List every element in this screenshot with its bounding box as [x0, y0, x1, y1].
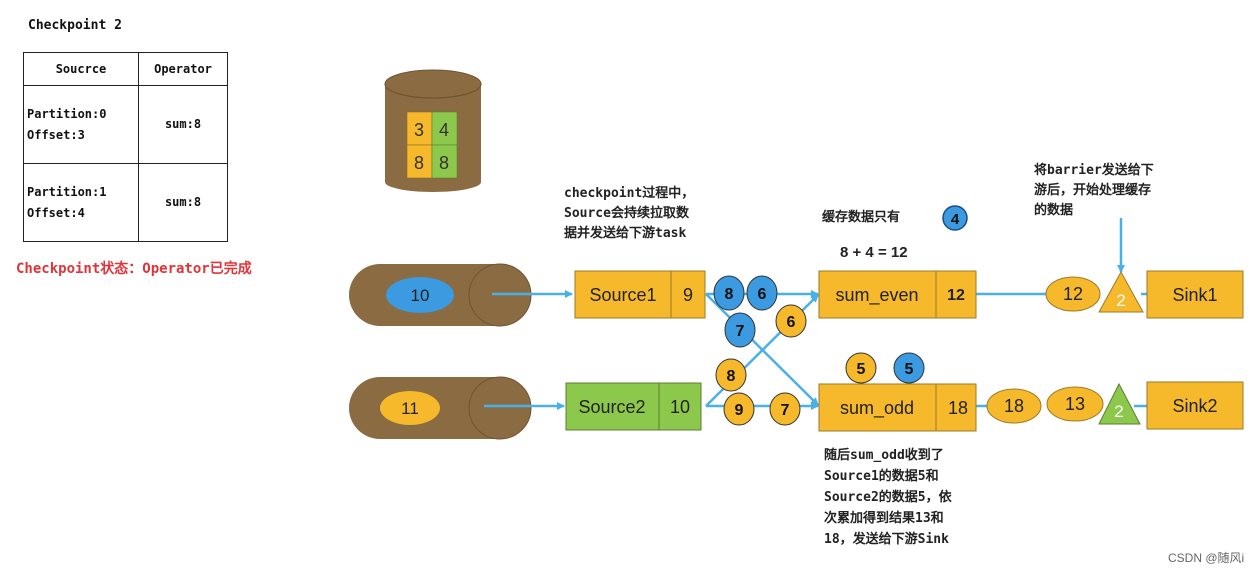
note-line: Source会持续拉取数 [564, 206, 689, 221]
note-line: Source1的数据5和 [824, 469, 939, 484]
note-line: 将barrier发送给下 [1034, 163, 1154, 178]
note-line: 次累加得到结果13和 [824, 511, 944, 526]
output-record: 12 [1063, 284, 1083, 304]
source-note: checkpoint过程中， Source会持续拉取数 据并发送给下游task [564, 184, 694, 244]
record-label: 7 [781, 402, 790, 419]
note-line: 随后sum_odd收到了 [824, 448, 944, 463]
operator-state: 12 [947, 287, 965, 304]
dataflow-diagram: 3 4 8 8 10 11 Source1 9 Source2 10 8 6 7… [349, 69, 1244, 440]
sink-name: Sink1 [1172, 285, 1217, 305]
note-line: 游后，开始处理缓存 [1034, 183, 1152, 198]
source-offset: 10 [670, 397, 690, 417]
barrier-id: 2 [1114, 402, 1123, 421]
sum-odd-note: 随后sum_odd收到了 Source1的数据5和 Source2的数据5，依 … [824, 445, 952, 550]
buffer-note: 缓存数据只有 [822, 210, 901, 225]
sink2-task[interactable]: Sink2 [1146, 381, 1244, 430]
state-cell-value: 3 [414, 120, 424, 140]
source-offset: 9 [683, 285, 693, 305]
buffered-value: 4 [951, 211, 960, 228]
partition-pipe-1: 11 [349, 376, 532, 440]
output-record: 13 [1065, 394, 1085, 414]
note-line: checkpoint过程中， [564, 186, 695, 201]
operator-name: sum_odd [840, 398, 914, 419]
note-line: 的数据 [1034, 203, 1074, 218]
note-line: 据并发送给下游task [564, 226, 687, 241]
sink-name: Sink2 [1172, 396, 1217, 416]
partition-record-label: 10 [411, 286, 430, 305]
state-cell-value: 4 [439, 120, 449, 140]
buffer-equation: 8 + 4 = 12 [840, 244, 908, 261]
source-name: Source2 [578, 397, 645, 417]
record-label: 6 [787, 314, 796, 331]
state-cell-value: 8 [439, 153, 449, 173]
note-line: 18，发送给下游Sink [824, 532, 949, 547]
output-2: 18 13 2 [986, 382, 1141, 425]
note-line: Source2的数据5，依 [824, 490, 952, 505]
record-label: 5 [857, 361, 866, 378]
record-label: 9 [735, 402, 744, 419]
record-label: 8 [725, 286, 734, 303]
operator-name: sum_even [835, 285, 918, 306]
record-label: 7 [736, 323, 745, 340]
source-name: Source1 [589, 285, 656, 305]
state-cell-value: 8 [414, 153, 424, 173]
sink1-task[interactable]: Sink1 [1146, 270, 1244, 319]
sum-even-operator[interactable]: sum_even 12 [818, 270, 977, 319]
buffered-records: 5 5 [845, 352, 925, 384]
source1-task[interactable]: Source1 9 [574, 270, 706, 319]
source2-task[interactable]: Source2 10 [565, 382, 702, 431]
record-label: 6 [758, 286, 767, 303]
record-label: 5 [905, 361, 914, 378]
partition-record-label: 11 [401, 399, 419, 418]
watermark: CSDN @随风i [1168, 551, 1245, 565]
barrier-id: 2 [1116, 291, 1125, 310]
operator-state: 18 [948, 398, 968, 418]
output-1: 12 2 [1045, 270, 1144, 313]
sum-odd-operator[interactable]: sum_odd 18 [818, 383, 977, 432]
barrier-note: 将barrier发送给下 游后，开始处理缓存 的数据 [1034, 161, 1154, 221]
record-label: 8 [727, 368, 736, 385]
output-record: 18 [1004, 396, 1024, 416]
state-store-cylinder: 3 4 8 8 [384, 69, 482, 192]
